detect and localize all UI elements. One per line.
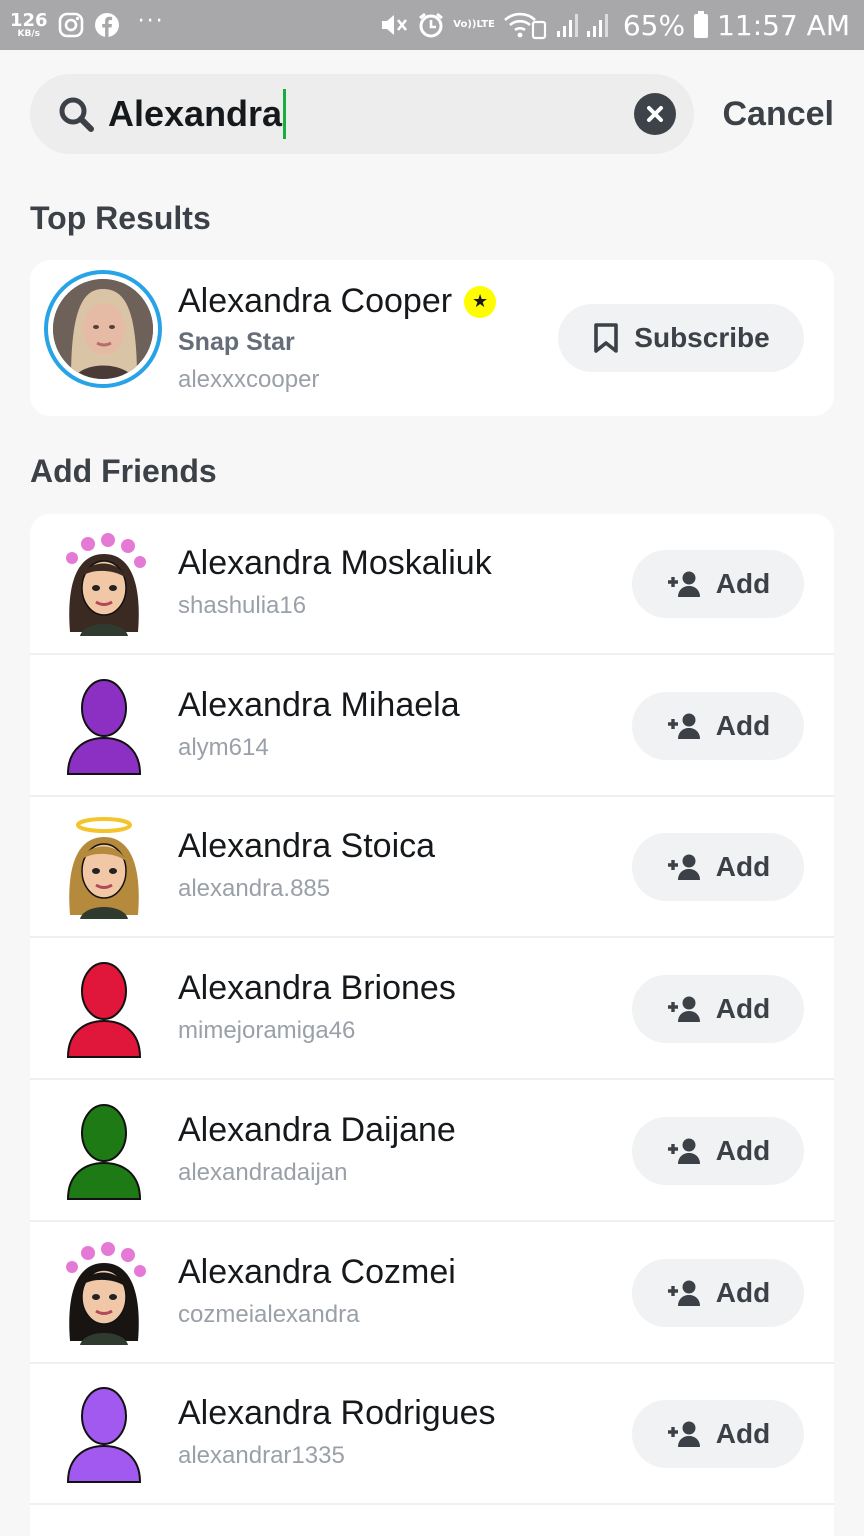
friend-row[interactable]: Alexandra Daijane alexandradaijan Add	[30, 1081, 834, 1222]
add-friend-button[interactable]: Add	[632, 975, 804, 1044]
volte-icon: Vo)) LTE	[453, 19, 495, 30]
friend-username: alexandra.885	[178, 875, 331, 903]
add-label: Add	[715, 993, 771, 1025]
snap-star-badge-icon: ★	[464, 285, 497, 318]
clock: 11:57 AM	[717, 8, 850, 42]
friend-username: alexandrar1335	[178, 1442, 345, 1470]
search-icon	[56, 94, 96, 134]
add-friend-icon	[667, 1138, 700, 1164]
subscribe-button[interactable]: Subscribe	[558, 304, 804, 372]
friend-row[interactable]: Alexandra Mihaela alym614 Add	[30, 656, 834, 797]
avatar[interactable]	[58, 815, 150, 920]
avatar	[53, 279, 153, 379]
add-friend-icon	[667, 1421, 700, 1448]
signal-icon	[555, 11, 615, 39]
wifi-icon	[503, 10, 547, 40]
close-icon	[647, 106, 663, 122]
status-bar: 126 KB/s ··· Vo)) LTE 65% 11:57 AM	[0, 0, 864, 50]
mute-icon	[379, 11, 409, 39]
add-label: Add	[715, 851, 771, 883]
add-friend-icon	[667, 571, 700, 597]
avatar[interactable]	[58, 532, 150, 636]
add-friend-icon	[667, 1280, 700, 1306]
friend-username: alym614	[178, 733, 269, 761]
add-friend-button[interactable]: Add	[632, 691, 804, 760]
friend-name: Alexandra Daijane	[178, 1110, 456, 1149]
avatar[interactable]	[58, 957, 150, 1061]
friend-username: alexandradaijan	[178, 1158, 348, 1186]
add-friend-button[interactable]: Add	[632, 550, 804, 618]
add-friend-icon	[667, 854, 700, 881]
friend-row[interactable]: Alexandra Rodrigues alexandrar1335 Add	[30, 1364, 834, 1506]
top-result-card[interactable]: Alexandra Cooper ★ Snap Star alexxxcoope…	[30, 260, 834, 416]
top-result-name: Alexandra Cooper ★	[178, 282, 497, 321]
friend-row[interactable]: Alexandra Cozmei cozmeialexandra Add	[30, 1223, 834, 1364]
friend-name: Alexandra Cozmei	[178, 1252, 456, 1291]
friend-name: Alexandra Stoica	[178, 827, 436, 866]
add-label: Add	[715, 1134, 771, 1166]
add-friend-icon	[667, 713, 700, 739]
friend-name: Alexandra Mihaela	[178, 685, 460, 724]
friend-name: Alexandra Moskaliuk	[178, 544, 492, 582]
friend-username: shashulia16	[178, 592, 307, 619]
add-label: Add	[715, 1276, 771, 1308]
cancel-button[interactable]: Cancel	[723, 95, 835, 134]
avatar[interactable]	[58, 1241, 150, 1345]
network-speed: 126 KB/s	[10, 9, 48, 39]
top-result-subtitle: Snap Star	[178, 328, 295, 356]
top-result-username: alexxxcooper	[178, 366, 320, 393]
battery-icon	[693, 11, 709, 39]
add-label: Add	[715, 709, 771, 741]
top-results-heading: Top Results	[30, 200, 211, 236]
clear-search-button[interactable]	[634, 93, 676, 135]
search-input[interactable]: Alexandra	[30, 74, 694, 154]
add-friend-icon	[667, 996, 700, 1023]
instagram-icon	[58, 12, 84, 38]
more-dots-icon: ···	[137, 8, 165, 34]
add-friend-button[interactable]: Add	[632, 1258, 804, 1327]
add-friends-heading: Add Friends	[30, 453, 217, 489]
facebook-icon	[94, 12, 120, 38]
top-result-name-text: Alexandra Cooper	[178, 282, 453, 320]
search-query[interactable]: Alexandra	[108, 89, 634, 139]
story-ring[interactable]	[44, 270, 162, 388]
friend-username: cozmeialexandra	[178, 1300, 360, 1328]
friend-row[interactable]: Alexandra Briones mimejoramiga46 Add	[30, 939, 834, 1081]
add-label: Add	[715, 1418, 771, 1450]
bookmark-icon	[594, 323, 619, 353]
subscribe-label: Subscribe	[634, 322, 770, 353]
friend-row[interactable]: Alexandra Moskaliuk shashulia16 Add	[30, 514, 834, 655]
add-friend-button[interactable]: Add	[632, 1116, 804, 1185]
friend-username: mimejoramiga46	[178, 1017, 356, 1045]
add-friend-button[interactable]: Add	[632, 833, 804, 902]
add-friend-button[interactable]: Add	[632, 1400, 804, 1469]
search-row: Alexandra Cancel	[30, 74, 834, 154]
search-query-text: Alexandra	[108, 93, 283, 134]
friend-row[interactable]: Alexandra Stoica alexandra.885 Add	[30, 797, 834, 939]
avatar[interactable]	[58, 674, 150, 778]
text-caret	[283, 89, 287, 139]
friend-name: Alexandra Rodrigues	[178, 1394, 496, 1433]
battery-percent: 65%	[622, 8, 686, 42]
avatar[interactable]	[58, 1382, 150, 1486]
friend-name: Alexandra Briones	[178, 969, 456, 1008]
avatar[interactable]	[58, 1099, 150, 1203]
add-friends-list: Alexandra Moskaliuk shashulia16 Add Alex…	[30, 514, 834, 1536]
add-label: Add	[715, 568, 771, 599]
alarm-icon	[417, 11, 445, 39]
